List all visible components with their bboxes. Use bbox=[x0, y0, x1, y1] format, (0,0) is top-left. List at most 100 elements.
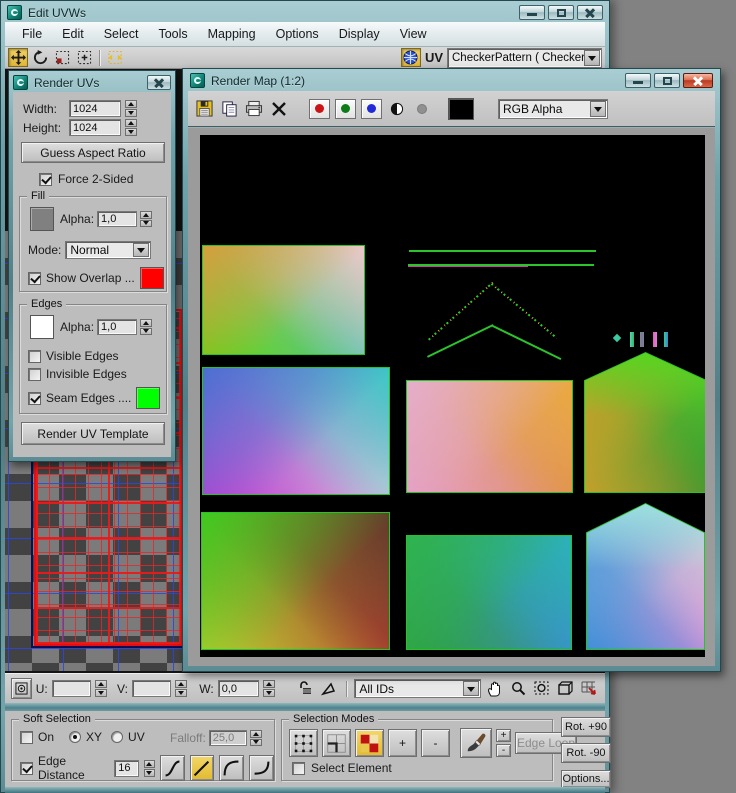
quick-planar-map-button[interactable] bbox=[319, 679, 339, 699]
edge-distance-checkbox[interactable] bbox=[20, 762, 33, 775]
xy-radio[interactable] bbox=[69, 731, 81, 743]
overlap-color-swatch[interactable] bbox=[140, 267, 164, 289]
copy-button[interactable] bbox=[219, 99, 239, 119]
dropdown-arrow-icon[interactable] bbox=[584, 50, 600, 66]
alpha-channel-button[interactable] bbox=[412, 99, 432, 119]
blue-channel-button[interactable] bbox=[361, 99, 382, 119]
render-map-minimize-button[interactable] bbox=[625, 73, 651, 88]
absolute-mode-button[interactable] bbox=[11, 678, 32, 699]
mode-dropdown-arrow-icon[interactable] bbox=[133, 243, 149, 257]
width-input[interactable]: 1024 bbox=[69, 100, 121, 117]
scale-tool-button[interactable] bbox=[52, 48, 72, 67]
paint-size-up-button[interactable]: + bbox=[496, 729, 511, 742]
move-tool-button[interactable] bbox=[8, 48, 28, 67]
falloff-fast-button[interactable] bbox=[219, 755, 244, 781]
mirror-tool-button[interactable] bbox=[105, 48, 125, 67]
green-channel-button[interactable] bbox=[335, 99, 356, 119]
invisible-edges-checkbox[interactable] bbox=[28, 368, 41, 381]
visible-edges-checkbox[interactable] bbox=[28, 350, 41, 363]
mode-dropdown[interactable]: Normal bbox=[65, 241, 151, 259]
u-spinner[interactable] bbox=[95, 680, 107, 697]
show-map-button[interactable] bbox=[401, 48, 421, 67]
w-spinner[interactable] bbox=[263, 680, 275, 697]
save-button[interactable] bbox=[194, 99, 214, 119]
menu-options[interactable]: Options bbox=[267, 24, 328, 44]
delete-button[interactable] bbox=[269, 99, 289, 119]
w-input[interactable]: 0,0 bbox=[218, 680, 259, 697]
monochrome-button[interactable] bbox=[387, 99, 407, 119]
render-map-maximize-button[interactable] bbox=[654, 73, 680, 88]
height-input[interactable]: 1024 bbox=[69, 119, 121, 136]
maximize-button[interactable] bbox=[548, 5, 574, 20]
height-spinner[interactable] bbox=[125, 119, 137, 136]
material-id-dropdown[interactable]: All IDs bbox=[354, 679, 480, 698]
fill-color-swatch[interactable] bbox=[30, 207, 54, 231]
edges-alpha-spinner[interactable] bbox=[140, 319, 152, 335]
pattern-dropdown[interactable]: CheckerPattern ( Checker ) bbox=[447, 48, 602, 68]
snap-toggle-button[interactable] bbox=[579, 679, 599, 699]
minimize-button[interactable] bbox=[519, 5, 545, 20]
zoom-region-button[interactable] bbox=[532, 679, 552, 699]
v-input[interactable] bbox=[132, 680, 172, 697]
falloff-slow-button[interactable] bbox=[249, 755, 274, 781]
menu-view[interactable]: View bbox=[391, 24, 436, 44]
options-button[interactable]: Options... bbox=[561, 770, 611, 788]
u-input[interactable] bbox=[52, 680, 92, 697]
menu-file[interactable]: File bbox=[13, 24, 51, 44]
render-map-canvas[interactable] bbox=[200, 135, 705, 657]
zoom-button[interactable] bbox=[508, 679, 528, 699]
uv-radio[interactable] bbox=[111, 731, 123, 743]
fill-alpha-spinner[interactable] bbox=[140, 211, 152, 227]
red-channel-button[interactable] bbox=[309, 99, 330, 119]
edit-uvws-titlebar[interactable]: Edit UVWs bbox=[7, 3, 603, 22]
falloff-smooth-button[interactable] bbox=[160, 755, 185, 781]
menu-mapping[interactable]: Mapping bbox=[199, 24, 265, 44]
guess-aspect-button[interactable]: Guess Aspect Ratio bbox=[21, 142, 165, 163]
render-map-close-button[interactable] bbox=[683, 73, 713, 88]
falloff-spinner[interactable] bbox=[250, 730, 262, 746]
falloff-linear-button[interactable] bbox=[190, 755, 215, 781]
force-2sided-checkbox[interactable] bbox=[39, 173, 52, 186]
pan-button[interactable] bbox=[485, 679, 505, 699]
zoom-extents-button[interactable] bbox=[556, 679, 576, 699]
seam-color-swatch[interactable] bbox=[136, 387, 160, 409]
channel-display-dropdown[interactable]: RGB Alpha bbox=[498, 99, 608, 119]
id-dropdown-arrow-icon[interactable] bbox=[463, 681, 479, 696]
channel-dropdown-arrow-icon[interactable] bbox=[590, 101, 606, 117]
seam-edges-checkbox[interactable] bbox=[28, 392, 41, 405]
show-overlap-checkbox[interactable] bbox=[28, 272, 41, 285]
edge-distance-input[interactable]: 16 bbox=[114, 760, 138, 777]
print-button[interactable] bbox=[244, 99, 264, 119]
rotate-minus90-button[interactable]: Rot. -90 bbox=[561, 743, 611, 763]
paint-size-down-button[interactable]: - bbox=[496, 744, 511, 757]
uv-channel-button[interactable]: UV bbox=[425, 50, 443, 65]
menu-tools[interactable]: Tools bbox=[149, 24, 196, 44]
shrink-selection-button[interactable]: - bbox=[421, 729, 450, 757]
edges-alpha-input[interactable]: 1,0 bbox=[97, 319, 137, 335]
width-spinner[interactable] bbox=[125, 100, 137, 117]
rotate-plus90-button[interactable]: Rot. +90 bbox=[561, 717, 611, 737]
edge-mode-button[interactable] bbox=[322, 729, 351, 757]
edge-distance-spinner[interactable] bbox=[144, 760, 155, 777]
face-mode-button[interactable] bbox=[355, 729, 384, 757]
freeform-tool-button[interactable] bbox=[74, 48, 94, 67]
render-map-titlebar[interactable]: Render Map (1:2) bbox=[190, 71, 713, 90]
paint-select-button[interactable] bbox=[460, 728, 492, 758]
lock-selection-button[interactable] bbox=[295, 679, 315, 699]
menu-edit[interactable]: Edit bbox=[53, 24, 93, 44]
close-button[interactable] bbox=[577, 5, 603, 20]
render-uvs-close-button[interactable] bbox=[147, 75, 171, 90]
menu-display[interactable]: Display bbox=[330, 24, 389, 44]
fill-alpha-input[interactable]: 1,0 bbox=[97, 211, 137, 227]
edge-color-swatch[interactable] bbox=[30, 315, 54, 339]
grow-selection-button[interactable]: + bbox=[388, 729, 417, 757]
select-element-checkbox[interactable] bbox=[292, 762, 305, 775]
render-uvs-titlebar[interactable]: Render UVs bbox=[13, 73, 171, 92]
soft-selection-on-checkbox[interactable] bbox=[20, 731, 33, 744]
render-uv-template-button[interactable]: Render UV Template bbox=[21, 422, 165, 445]
rotate-tool-button[interactable] bbox=[30, 48, 50, 67]
v-spinner[interactable] bbox=[175, 680, 187, 697]
background-color-swatch[interactable] bbox=[448, 98, 474, 120]
vertex-mode-button[interactable] bbox=[289, 729, 318, 757]
menu-select[interactable]: Select bbox=[95, 24, 148, 44]
